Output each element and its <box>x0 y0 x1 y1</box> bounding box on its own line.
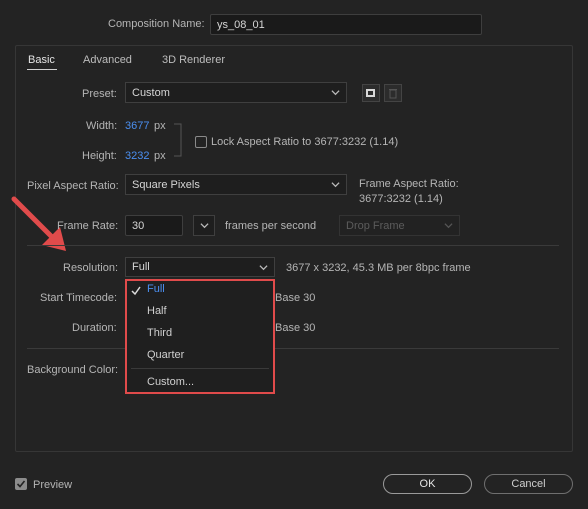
drop-frame-dropdown: Drop Frame <box>339 215 460 236</box>
settings-panel <box>15 45 573 452</box>
frame-aspect-value: 3677:3232 (1.14) <box>359 193 443 205</box>
start-timecode-label: Start Timecode: <box>40 292 118 304</box>
checkmark-icon <box>16 480 26 488</box>
pixel-aspect-dropdown[interactable]: Square Pixels <box>125 174 347 195</box>
ok-button[interactable]: OK <box>383 474 472 494</box>
chevron-down-icon <box>199 223 209 229</box>
divider <box>27 245 559 246</box>
frame-rate-input[interactable]: 30 <box>125 215 183 236</box>
chevron-down-icon <box>331 182 340 188</box>
menu-item-quarter[interactable]: Quarter <box>147 349 184 361</box>
lock-aspect-label: Lock Aspect Ratio to 3677:3232 (1.14) <box>211 136 399 148</box>
pixel-aspect-value: Square Pixels <box>132 178 200 191</box>
height-label: Height: <box>82 150 117 162</box>
height-unit: px <box>154 150 166 162</box>
frame-aspect-label: Frame Aspect Ratio: <box>359 178 459 190</box>
composition-name-label: Composition Name: <box>108 18 205 30</box>
preset-dropdown[interactable]: Custom <box>125 82 347 103</box>
menu-item-custom[interactable]: Custom... <box>147 376 194 388</box>
cancel-button[interactable]: Cancel <box>484 474 573 494</box>
tab-3d-renderer[interactable]: 3D Renderer <box>162 54 225 66</box>
height-value[interactable]: 3232 <box>125 150 149 162</box>
lock-aspect-checkbox[interactable] <box>195 136 207 148</box>
preview-checkbox[interactable] <box>15 478 27 490</box>
pixel-aspect-label: Pixel Aspect Ratio: <box>27 180 119 192</box>
frame-rate-label: Frame Rate: <box>57 220 119 232</box>
tab-active-underline <box>27 69 57 70</box>
delete-preset-icon[interactable] <box>384 84 402 102</box>
menu-item-full[interactable]: Full <box>147 283 165 295</box>
chevron-down-icon <box>331 90 340 96</box>
resolution-menu: Full Half Third Quarter Custom... <box>125 279 275 394</box>
chevron-down-icon <box>259 264 268 270</box>
duration-label: Duration: <box>72 322 117 334</box>
frame-rate-menu-button[interactable] <box>193 215 215 236</box>
tab-basic[interactable]: Basic <box>28 54 55 66</box>
width-unit: px <box>154 120 166 132</box>
background-color-label: Background Color: <box>27 364 119 376</box>
tab-advanced[interactable]: Advanced <box>83 54 132 66</box>
divider <box>27 348 559 349</box>
link-bracket-icon <box>174 123 182 157</box>
drop-frame-value: Drop Frame <box>346 219 405 232</box>
composition-name-input[interactable]: ys_08_01 <box>210 14 482 35</box>
resolution-dropdown[interactable]: Full <box>125 257 275 277</box>
start-timecode-base: Base 30 <box>275 292 316 304</box>
duration-base: Base 30 <box>275 322 316 334</box>
menu-item-half[interactable]: Half <box>147 305 167 317</box>
menu-item-third[interactable]: Third <box>147 327 172 339</box>
save-preset-icon[interactable] <box>362 84 380 102</box>
width-value[interactable]: 3677 <box>125 120 149 132</box>
resolution-label: Resolution: <box>63 262 119 274</box>
checkmark-icon <box>131 286 141 296</box>
preview-label: Preview <box>33 479 73 491</box>
preset-value: Custom <box>132 86 170 99</box>
chevron-down-icon <box>444 223 453 229</box>
frame-rate-unit: frames per second <box>225 220 317 232</box>
preset-label: Preset: <box>82 88 117 100</box>
menu-divider <box>131 368 269 369</box>
width-label: Width: <box>86 120 118 132</box>
resolution-info: 3677 x 3232, 45.3 MB per 8bpc frame <box>286 262 471 274</box>
resolution-value: Full <box>132 261 150 273</box>
